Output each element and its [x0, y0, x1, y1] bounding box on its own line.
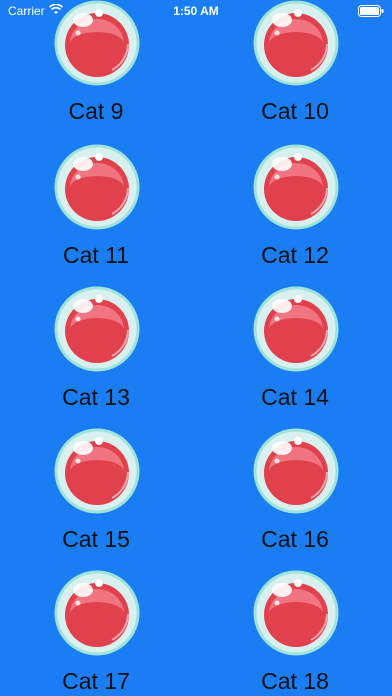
cat-bubble-icon[interactable] — [253, 144, 339, 230]
cat-bubble-icon[interactable] — [253, 0, 339, 86]
cat-bubble-icon[interactable] — [54, 286, 140, 372]
cat-item-label: Cat 13 — [62, 384, 130, 410]
cat-item-label: Cat 11 — [62, 242, 130, 268]
cat-item-label: Cat 12 — [261, 242, 329, 268]
cat-item-label: Cat 17 — [62, 668, 130, 694]
cat-bubble-icon[interactable] — [54, 144, 140, 230]
cat-item-label: Cat 15 — [62, 526, 130, 552]
cat-item-label: Cat 18 — [261, 668, 329, 694]
cat-item-label: Cat 16 — [261, 526, 329, 552]
cat-item-label: Cat 14 — [261, 384, 329, 410]
cat-bubble-icon[interactable] — [54, 0, 140, 86]
cat-bubble-icon[interactable] — [54, 570, 140, 656]
cat-grid: Cat 9 Cat 10 Cat 11 Cat 12 Cat 13 Cat 14… — [0, 0, 392, 696]
cat-item-label: Cat 10 — [261, 98, 329, 124]
cat-bubble-icon[interactable] — [54, 428, 140, 514]
cat-bubble-icon[interactable] — [253, 570, 339, 656]
cat-bubble-icon[interactable] — [253, 286, 339, 372]
cat-bubble-icon[interactable] — [253, 428, 339, 514]
cat-item-label: Cat 9 — [68, 98, 124, 124]
